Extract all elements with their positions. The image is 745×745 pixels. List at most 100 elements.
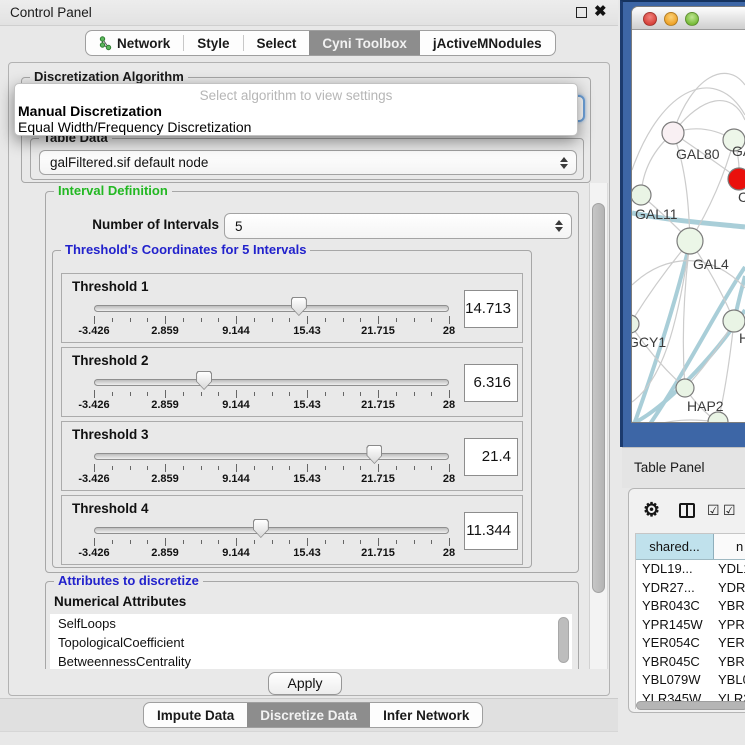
number-of-intervals-label: Number of Intervals [87, 217, 219, 232]
network-window-titlebar[interactable] [632, 7, 745, 30]
tick-mark [343, 540, 344, 544]
tab-select[interactable]: Select [244, 31, 310, 55]
tab-jactivemnodules[interactable]: jActiveMNodules [420, 31, 555, 55]
number-of-intervals-combobox[interactable]: 5 [224, 213, 572, 239]
network-edge[interactable] [632, 420, 718, 423]
column-header-shared-name[interactable]: shared... [636, 534, 714, 559]
main-vertical-scrollbar[interactable] [589, 183, 608, 669]
network-node-label: GAL11 [635, 206, 678, 222]
minimize-light-icon[interactable] [664, 12, 678, 26]
network-node-gal4[interactable] [677, 228, 703, 254]
table-row[interactable]: YBL079WYBL0 [636, 671, 745, 690]
table-cell-shared-name[interactable]: YDR27... [636, 579, 714, 598]
table-cell-shared-name[interactable]: YDL19... [636, 560, 714, 579]
network-node-c[interactable] [728, 168, 745, 190]
table-data-combobox[interactable]: galFiltered.sif default node [39, 150, 577, 175]
tab-cyni-toolbox[interactable]: Cyni Toolbox [309, 31, 420, 55]
threshold-value-field[interactable]: 21.4 [464, 438, 518, 476]
attribute-list-item[interactable]: TopologicalCoefficient [50, 633, 572, 652]
algorithm-option[interactable]: Manual Discretization [15, 103, 577, 119]
table-row[interactable]: YER054CYER0 [636, 634, 745, 653]
table-row[interactable]: YBR043CYBR0 [636, 597, 745, 616]
network-edge[interactable] [690, 241, 734, 321]
network-canvas[interactable]: GAL80GACGAL11GAL4GCY1HHAP2 [632, 30, 745, 423]
tick-mark [449, 538, 450, 546]
tick-mark [112, 392, 113, 396]
table-row[interactable]: YBR045CYBR0 [636, 653, 745, 672]
tab-style[interactable]: Style [184, 31, 242, 55]
network-node-label: HAP2 [687, 398, 724, 414]
checkbox-checked-icon[interactable]: ☑ [723, 502, 736, 519]
table-row[interactable]: YPR145WYPR1 [636, 616, 745, 635]
tick-label: -3.426 [78, 325, 109, 337]
checkbox-checked-icon[interactable]: ☑ [707, 502, 720, 519]
algorithm-option[interactable]: Equal Width/Frequency Discretization [15, 119, 577, 135]
threshold-slider-track[interactable] [94, 379, 449, 386]
tick-mark [378, 316, 379, 324]
threshold-panel-4: Threshold 4-3.4262.8599.14415.4321.71528… [61, 495, 523, 565]
threshold-slider-handle[interactable] [291, 297, 307, 316]
tick-mark [254, 466, 255, 470]
apply-button[interactable]: Apply [268, 672, 342, 695]
close-icon[interactable]: ✖ [594, 2, 607, 20]
table-cell-shared-name[interactable]: YER054C [636, 634, 714, 653]
attribute-list-item[interactable]: BetweennessCentrality [50, 652, 572, 669]
tab-label: Impute Data [157, 708, 234, 723]
table-cell-name[interactable]: YBR0 [714, 597, 745, 616]
network-edge[interactable] [673, 101, 745, 133]
threshold-label: Threshold 3 [72, 427, 149, 442]
thresholds-group: Threshold's Coordinates for 5 Intervals … [52, 250, 532, 568]
threshold-slider-track[interactable] [94, 453, 449, 460]
network-node-gal11[interactable] [632, 185, 651, 205]
threshold-value-field[interactable]: 11.344 [464, 512, 518, 550]
main-scrollbar-thumb[interactable] [592, 203, 605, 593]
table-cell-shared-name[interactable]: YBR043C [636, 597, 714, 616]
tab-discretize-data[interactable]: Discretize Data [247, 703, 370, 727]
network-node-h[interactable] [723, 310, 745, 332]
table-cell-shared-name[interactable]: YPR145W [636, 616, 714, 635]
table-cell-name[interactable]: YBR0 [714, 653, 745, 672]
table-cell-name[interactable]: YBL0 [714, 671, 745, 690]
table-cell-shared-name[interactable]: YBR045C [636, 653, 714, 672]
tick-mark [201, 540, 202, 544]
split-view-icon[interactable] [679, 503, 695, 518]
tick-mark [307, 464, 308, 472]
gear-icon[interactable]: ⚙ [643, 499, 660, 522]
threshold-slider-handle[interactable] [366, 445, 382, 464]
threshold-slider-handle[interactable] [196, 371, 212, 390]
table-cell-name[interactable]: YPR1 [714, 616, 745, 635]
threshold-slider-handle[interactable] [253, 519, 269, 538]
threshold-value-field[interactable]: 14.713 [464, 290, 518, 328]
threshold-slider-track[interactable] [94, 527, 449, 534]
table-row[interactable]: YDL19...YDL1 [636, 560, 745, 579]
slider-handle-face [292, 298, 306, 315]
attributes-list-scrollbar-thumb[interactable] [558, 617, 569, 663]
tick-label: 9.144 [222, 547, 250, 559]
table-cell-name[interactable]: YER0 [714, 634, 745, 653]
network-node-gcy1[interactable] [632, 315, 639, 333]
network-graph: GAL80GACGAL11GAL4GCY1HHAP2 [632, 30, 745, 423]
table-horizontal-scrollbar-thumb[interactable] [636, 701, 745, 710]
zoom-light-icon[interactable] [685, 12, 699, 26]
threshold-value-field[interactable]: 6.316 [464, 364, 518, 402]
tab-network[interactable]: Network [86, 31, 183, 55]
tick-label: 15.43 [293, 325, 321, 337]
table-row[interactable]: YDR27...YDR2 [636, 579, 745, 598]
float-window-icon[interactable] [576, 7, 587, 18]
tab-impute-data[interactable]: Impute Data [144, 703, 247, 727]
threshold-slider-track[interactable] [94, 305, 449, 312]
table-data-combobox-value: galFiltered.sif default node [40, 155, 559, 170]
close-light-icon[interactable] [643, 12, 657, 26]
tab-infer-network[interactable]: Infer Network [370, 703, 482, 727]
network-node-gal80[interactable] [662, 122, 684, 144]
column-header-name[interactable]: n [714, 534, 745, 559]
tick-mark [183, 540, 184, 544]
network-node-hap2[interactable] [676, 379, 694, 397]
tick-mark [289, 540, 290, 544]
table-cell-name[interactable]: YDL1 [714, 560, 745, 579]
tick-label: 28 [443, 547, 455, 559]
attribute-list-item[interactable]: SelfLoops [50, 614, 572, 633]
tab-label: Infer Network [383, 708, 469, 723]
table-cell-name[interactable]: YDR2 [714, 579, 745, 598]
table-cell-shared-name[interactable]: YBL079W [636, 671, 714, 690]
